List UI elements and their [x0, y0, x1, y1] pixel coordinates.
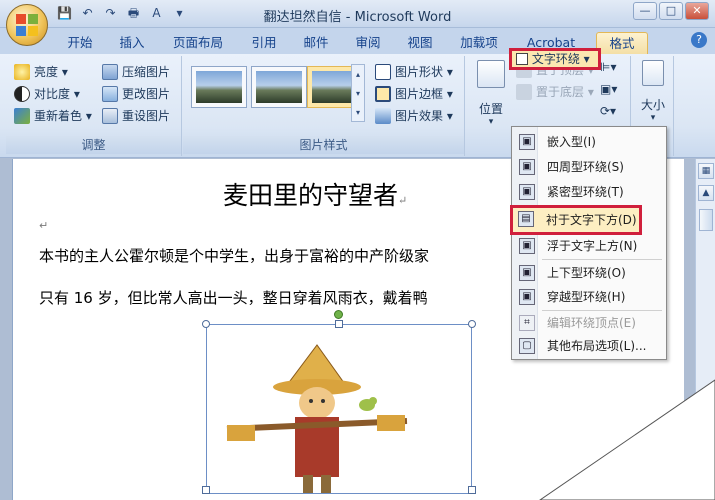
tight-wrap-icon: ▣: [519, 184, 535, 200]
office-button[interactable]: [6, 4, 48, 46]
edit-points-icon: ⌗: [519, 315, 535, 331]
office-logo-icon: [16, 14, 38, 36]
wrap-text-menu: ▣ 嵌入型(I) ▣ 四周型环绕(S) ▣ 紧密型环绕(T) ▤ 衬于文字下方(D) ▣…: [510, 126, 667, 360]
menu-item-inline[interactable]: ▣ 嵌入型(I): [514, 130, 664, 154]
menu-separator: [542, 259, 662, 260]
menu-item-behind-text[interactable]: ▤ 衬于文字下方(D): [510, 205, 642, 235]
menu-item-top-bottom[interactable]: ▣ 上下型环绕(O): [514, 261, 664, 285]
top-bottom-icon: ▣: [519, 265, 535, 281]
in-front-text-icon: ▣: [519, 238, 535, 254]
behind-text-icon: ▤: [518, 211, 534, 227]
menu-item-square[interactable]: ▣ 四周型环绕(S): [514, 155, 664, 179]
menu-item-through[interactable]: ▣ 穿越型环绕(H): [514, 285, 664, 309]
square-wrap-icon: ▣: [519, 159, 535, 175]
menu-item-more-layout[interactable]: ▢ 其他布局选项(L)...: [514, 334, 664, 358]
through-icon: ▣: [519, 289, 535, 305]
menu-item-edit-points[interactable]: ⌗ 编辑环绕顶点(E): [514, 311, 664, 335]
inline-icon: ▣: [519, 134, 535, 150]
menu-item-in-front[interactable]: ▣ 浮于文字上方(N): [514, 234, 664, 258]
menu-item-tight[interactable]: ▣ 紧密型环绕(T): [514, 180, 664, 204]
more-layout-icon: ▢: [519, 338, 535, 354]
